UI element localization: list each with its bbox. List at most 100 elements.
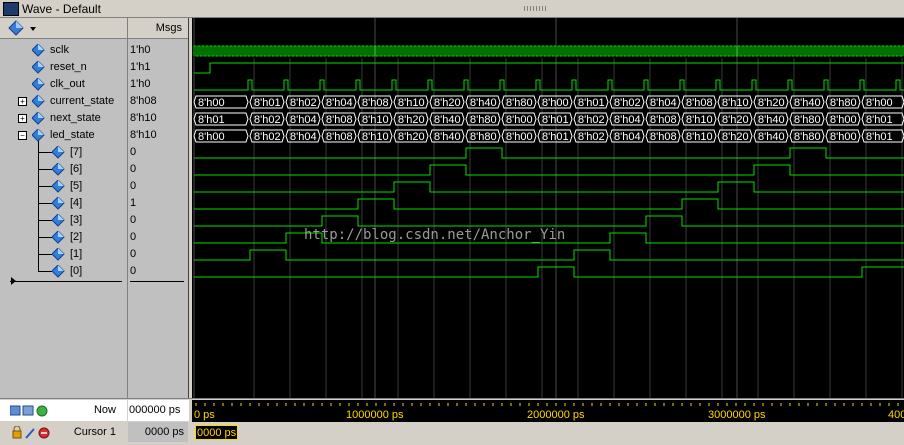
bus-value-label: 8'h00	[830, 114, 857, 126]
signal-diamond-icon	[52, 180, 65, 193]
led-bit-wave	[194, 181, 904, 193]
signal-name[interactable]: current_state	[50, 93, 114, 110]
bus-value-label: 8'h20	[722, 114, 749, 126]
led-bit-wave	[194, 198, 904, 210]
bus-value-label: 8'h20	[398, 114, 425, 126]
led-bit-wave	[194, 147, 904, 159]
signal-diamond-icon	[52, 197, 65, 210]
signal-value: 8'h10	[130, 112, 157, 124]
bus-value-label: 8'h00	[506, 131, 533, 143]
signal-value: 0	[130, 163, 137, 175]
bus-value-label: 8'h40	[470, 97, 497, 109]
signal-value: 1'h0	[130, 44, 151, 56]
signal-diamond-icon	[52, 231, 65, 244]
now-label: Now	[93, 404, 116, 416]
signal-name[interactable]: next_state	[50, 110, 101, 127]
bus-value-label: 8'h00	[866, 97, 893, 109]
signal-diamond-icon	[52, 265, 65, 278]
cursor-strip[interactable]	[192, 422, 904, 444]
lock-cursor-icon[interactable]	[12, 426, 52, 440]
signal-name[interactable]: [1]	[70, 246, 82, 263]
titlebar-grip[interactable]	[524, 6, 546, 11]
reset-n-wave	[194, 62, 904, 74]
sclk-wave	[193, 45, 904, 57]
list-end-divider	[10, 281, 122, 282]
expand-toggle[interactable]: +	[18, 97, 27, 106]
cursor-time-box[interactable]: 0000 ps	[195, 425, 238, 440]
window-titlebar: Wave - Default	[0, 0, 904, 18]
bus-value-label: 8'h04	[290, 131, 317, 143]
collapse-toggle[interactable]: −	[18, 131, 27, 140]
signal-name[interactable]: reset_n	[50, 59, 87, 76]
led-bit-wave	[194, 249, 904, 261]
bus-value-label: 8'h04	[614, 114, 641, 126]
bus-value-label: 8'h80	[830, 97, 857, 109]
bus-value-label: 8'h01	[866, 131, 893, 143]
signal-value: 0	[130, 180, 137, 192]
bus-value-label: 8'h20	[434, 97, 461, 109]
signal-diamond-icon	[32, 95, 45, 108]
signal-name[interactable]: [3]	[70, 212, 82, 229]
tree-connector	[38, 152, 52, 153]
signal-name[interactable]: sclk	[50, 42, 69, 59]
bus-value-label: 8'h08	[650, 114, 677, 126]
signal-value: 1	[130, 197, 137, 209]
bus-value-label: 8'h10	[398, 97, 425, 109]
signal-dropdown-button[interactable]	[8, 20, 38, 36]
diamond-dropdown-icon	[8, 20, 36, 36]
ruler-label: 3000000 ps	[708, 409, 766, 421]
signal-value: 0	[130, 146, 137, 158]
bus-value-label: 8'h04	[290, 114, 317, 126]
signal-name[interactable]: [6]	[70, 161, 82, 178]
watermark-text: http://blog.csdn.net/Anchor_Yin	[304, 227, 565, 243]
now-value: 000000 ps	[128, 400, 189, 421]
bus-value-label: 8'h00	[198, 131, 225, 143]
bus-value-label: 8'h40	[758, 131, 785, 143]
bus-value-label: 8'h40	[434, 131, 461, 143]
signal-name[interactable]: [0]	[70, 263, 82, 280]
bus-value-label: 8'h00	[198, 97, 225, 109]
bus-value-label: 8'h10	[362, 131, 389, 143]
expand-toggle[interactable]: +	[18, 114, 27, 123]
bus-value-label: 8'h00	[830, 131, 857, 143]
signal-diamond-icon	[52, 214, 65, 227]
bus-value-label: 8'h01	[578, 97, 605, 109]
bus-value-label: 8'h20	[722, 131, 749, 143]
bus-value-label: 8'h10	[362, 114, 389, 126]
wave-display[interactable]: 8'h00 8'h01 8'h02 8'h04 8'h08 8'h10 8'h20 8'h40…	[192, 18, 904, 398]
signal-value: 0	[130, 231, 137, 243]
bus-value-label: 8'h10	[686, 131, 713, 143]
bus-value-label: 8'h08	[650, 131, 677, 143]
led-bit-wave	[194, 266, 904, 278]
ruler-label: 0 ps	[194, 409, 215, 421]
signal-name[interactable]: clk_out	[50, 76, 85, 93]
clk-out-wave	[194, 79, 904, 91]
bus-value-label: 8'h01	[542, 114, 569, 126]
signal-name[interactable]: [5]	[70, 178, 82, 195]
cursor-tools-icon[interactable]	[10, 404, 50, 418]
wave-window-icon	[3, 2, 19, 16]
ruler-label: 2000000 ps	[527, 409, 585, 421]
tree-connector	[38, 169, 52, 170]
signal-name[interactable]: [4]	[70, 195, 82, 212]
bus-value-label: 8'h08	[686, 97, 713, 109]
bus-value-label: 8'h80	[506, 97, 533, 109]
bus-value-label: 8'h01	[866, 114, 893, 126]
bus-value-label: 8'h04	[650, 97, 677, 109]
signal-diamond-icon	[32, 112, 45, 125]
signal-name[interactable]: [7]	[70, 144, 82, 161]
signal-name[interactable]: led_state	[50, 127, 95, 144]
tree-connector	[38, 254, 52, 255]
bus-value-label: 8'h00	[542, 97, 569, 109]
signal-diamond-icon	[32, 61, 45, 74]
bus-value-label: 8'h10	[686, 114, 713, 126]
signal-name[interactable]: [2]	[70, 229, 82, 246]
bus-value-label: 8'h80	[470, 131, 497, 143]
bus-value-label: 8'h08	[362, 97, 389, 109]
list-end-arrow-icon	[11, 277, 16, 285]
bus-value-label: 8'h01	[198, 114, 225, 126]
waveform-canvas[interactable]: 8'h00 8'h01 8'h02 8'h04 8'h08 8'h10 8'h20 8'h40…	[192, 18, 904, 398]
bus-value-label: 8'h04	[326, 97, 353, 109]
bus-value-label: 8'h40	[794, 97, 821, 109]
led-bit-wave	[194, 164, 904, 176]
